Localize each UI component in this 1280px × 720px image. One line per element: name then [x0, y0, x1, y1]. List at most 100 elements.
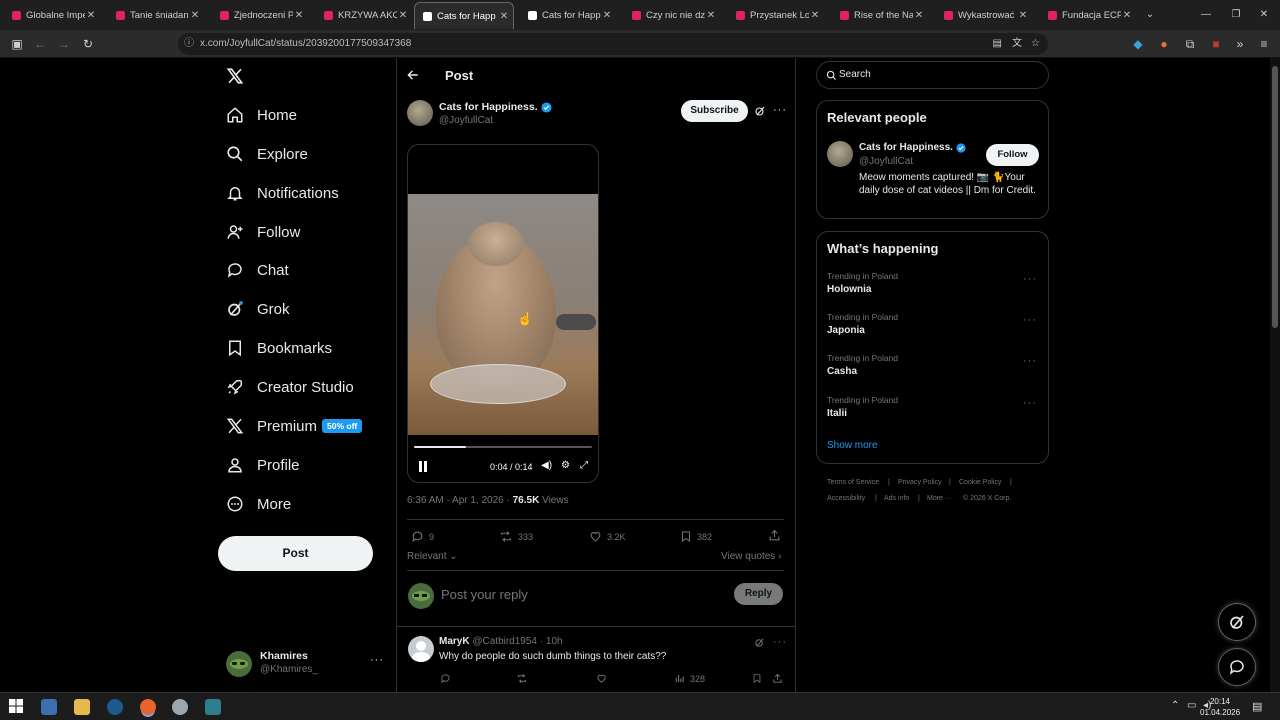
tray-network-icon[interactable]: ▭ — [1187, 700, 1196, 711]
tray-chevron-icon[interactable]: ⌃ — [1171, 700, 1179, 711]
author-name[interactable]: Cats for Happiness. — [439, 101, 552, 113]
overflow-chevron-icon[interactable]: » — [1232, 37, 1248, 51]
fox-extension-icon[interactable]: ● — [1156, 37, 1172, 51]
grok-explain-icon[interactable] — [754, 105, 766, 117]
browser-tab[interactable]: Globalne Imperium✕ — [4, 2, 100, 29]
comment-grok-icon[interactable] — [754, 637, 765, 648]
footer-accessibility-link[interactable]: Accessibility — [827, 495, 865, 502]
nav-item-premium[interactable]: Premium — [226, 413, 317, 439]
reply-action[interactable]: 9 — [411, 530, 434, 543]
account-switcher[interactable]: Khamires @Khamires_ ··· — [224, 646, 384, 680]
comment-reply-action[interactable] — [440, 673, 456, 684]
fullscreen-icon[interactable]: ⤢ — [580, 460, 588, 471]
file-explorer-icon[interactable] — [74, 699, 90, 715]
footer-cookie-link[interactable]: Cookie Policy — [959, 479, 1001, 486]
person-avatar[interactable] — [827, 141, 853, 167]
person-handle[interactable]: @JoyfullCat — [859, 156, 913, 167]
shield-extension-icon[interactable]: ◆ — [1130, 37, 1146, 51]
nav-item-explore[interactable]: Explore — [226, 141, 308, 167]
close-icon[interactable]: ✕ — [498, 11, 510, 22]
forward-icon[interactable]: → — [56, 37, 72, 51]
search-input[interactable]: Search — [816, 61, 1049, 89]
nav-item-grok[interactable]: Grok — [226, 296, 290, 322]
nav-item-follow[interactable]: Follow — [226, 219, 300, 245]
nav-item-creator-studio[interactable]: Creator Studio — [226, 374, 354, 400]
nav-item-notifications[interactable]: Notifications — [226, 180, 339, 206]
follow-button[interactable]: Follow — [986, 144, 1039, 166]
like-action[interactable]: 3.2K — [589, 530, 626, 543]
reader-icon[interactable]: ▤ — [993, 33, 1002, 55]
close-icon[interactable]: ✕ — [189, 10, 201, 21]
trend-item[interactable]: Trending in Poland Holownia ··· — [827, 271, 1037, 295]
nav-item-home[interactable]: Home — [226, 102, 297, 128]
close-icon[interactable]: ✕ — [85, 10, 97, 21]
video-settings-icon[interactable]: ⚙ — [561, 460, 570, 471]
post-button[interactable]: Post — [218, 536, 373, 571]
reload-icon[interactable]: ↻ — [80, 37, 96, 51]
browser-tab[interactable]: Cats for Happ ✕ — [414, 2, 514, 29]
browser-tab[interactable]: Tanie śniadanie w✕ — [108, 2, 204, 29]
comment-author-handle[interactable]: @Catbird1954 — [472, 636, 537, 647]
nav-item-profile[interactable]: Profile — [226, 452, 300, 478]
close-icon[interactable]: ✕ — [601, 10, 613, 21]
site-info-icon[interactable]: ⓘ — [184, 33, 194, 55]
trend-item[interactable]: Trending in Poland Japonia ··· — [827, 312, 1037, 336]
subscribe-button[interactable]: Subscribe — [681, 100, 748, 122]
author-avatar[interactable] — [407, 100, 433, 126]
sidebar-toggle-icon[interactable]: ▣ — [9, 37, 25, 51]
footer-privacy-link[interactable]: Privacy Policy — [898, 479, 942, 486]
comment-views-action[interactable]: 328 — [674, 673, 705, 684]
windows-start-icon[interactable] — [9, 699, 25, 715]
footer-more-link[interactable]: More ··· — [927, 495, 952, 502]
tab-list-chevron-icon[interactable]: ⌄ — [1142, 8, 1158, 22]
browser-tab[interactable]: Czy nic nie dzieje✕ — [624, 2, 720, 29]
repost-action[interactable]: 333 — [499, 530, 533, 543]
back-icon[interactable]: ← — [32, 37, 48, 51]
video-player[interactable]: 0:04 / 0:14 ◀︎) ⚙ ⤢ — [407, 144, 599, 483]
app-monitor-icon[interactable] — [41, 699, 57, 715]
trend-item[interactable]: Trending in Poland Casha ··· — [827, 353, 1037, 377]
close-icon[interactable]: ✕ — [1121, 10, 1133, 21]
close-icon[interactable]: ✕ — [705, 10, 717, 21]
video-progress-track[interactable] — [414, 446, 592, 448]
person-name[interactable]: Cats for Happiness. — [859, 142, 966, 153]
menu-icon[interactable]: ≡ — [1256, 37, 1272, 51]
browser-tab[interactable]: Przystanek Lomba✕ — [728, 2, 824, 29]
steam-icon[interactable] — [107, 699, 123, 715]
restore-icon[interactable]: ❐ — [1228, 8, 1244, 22]
translate-icon[interactable]: 文 — [1012, 33, 1022, 55]
post-more-icon[interactable]: ··· — [773, 104, 787, 116]
calculator-icon[interactable] — [205, 699, 221, 715]
url-input[interactable]: ⓘ x.com/JoyfullCat/status/20392001775093… — [178, 33, 1048, 55]
browser-tab[interactable]: KRZYWA AKCJA #✕ — [316, 2, 412, 29]
scrollbar-thumb[interactable] — [1272, 66, 1278, 328]
x-logo-icon[interactable] — [226, 67, 244, 85]
minimize-icon[interactable]: — — [1198, 8, 1214, 22]
firefox-icon[interactable] — [140, 699, 156, 715]
star-icon[interactable]: ☆ — [1031, 33, 1040, 55]
trend-item[interactable]: Trending in Poland Italii ··· — [827, 395, 1037, 419]
extensions-icon[interactable]: ⧉ — [1182, 37, 1198, 51]
tray-clock[interactable]: 20:14 01.04.2026 — [1200, 696, 1240, 718]
window-close-icon[interactable]: ✕ — [1256, 8, 1272, 22]
comment-more-icon[interactable]: ··· — [773, 636, 787, 648]
sort-dropdown[interactable]: Relevant ⌄ — [407, 551, 458, 562]
browser-tab[interactable]: Wykastrować bez✕ — [936, 2, 1032, 29]
footer-terms-link[interactable]: Terms of Service — [827, 479, 879, 486]
app-ring-icon[interactable] — [172, 699, 188, 715]
trend-more-icon[interactable]: ··· — [1023, 314, 1037, 326]
comment-share-action[interactable] — [772, 673, 788, 684]
browser-tab[interactable]: Fundacja ECPU Po✕ — [1040, 2, 1136, 29]
reply-input[interactable]: Post your reply — [441, 587, 721, 602]
page-scrollbar[interactable] — [1270, 58, 1280, 692]
nav-item-chat[interactable]: Chat — [226, 257, 289, 283]
notifications-tray-icon[interactable]: ▤ — [1252, 700, 1262, 713]
footer-ads-link[interactable]: Ads info — [884, 495, 909, 502]
comment-like-action[interactable] — [596, 673, 612, 684]
messages-floating-button[interactable] — [1218, 648, 1256, 686]
nav-item-bookmarks[interactable]: Bookmarks — [226, 335, 332, 361]
author-handle[interactable]: @JoyfullCat — [439, 115, 493, 126]
pause-icon[interactable] — [418, 461, 428, 472]
share-action[interactable] — [768, 529, 786, 542]
ublock-extension-icon[interactable]: ■ — [1208, 37, 1224, 51]
